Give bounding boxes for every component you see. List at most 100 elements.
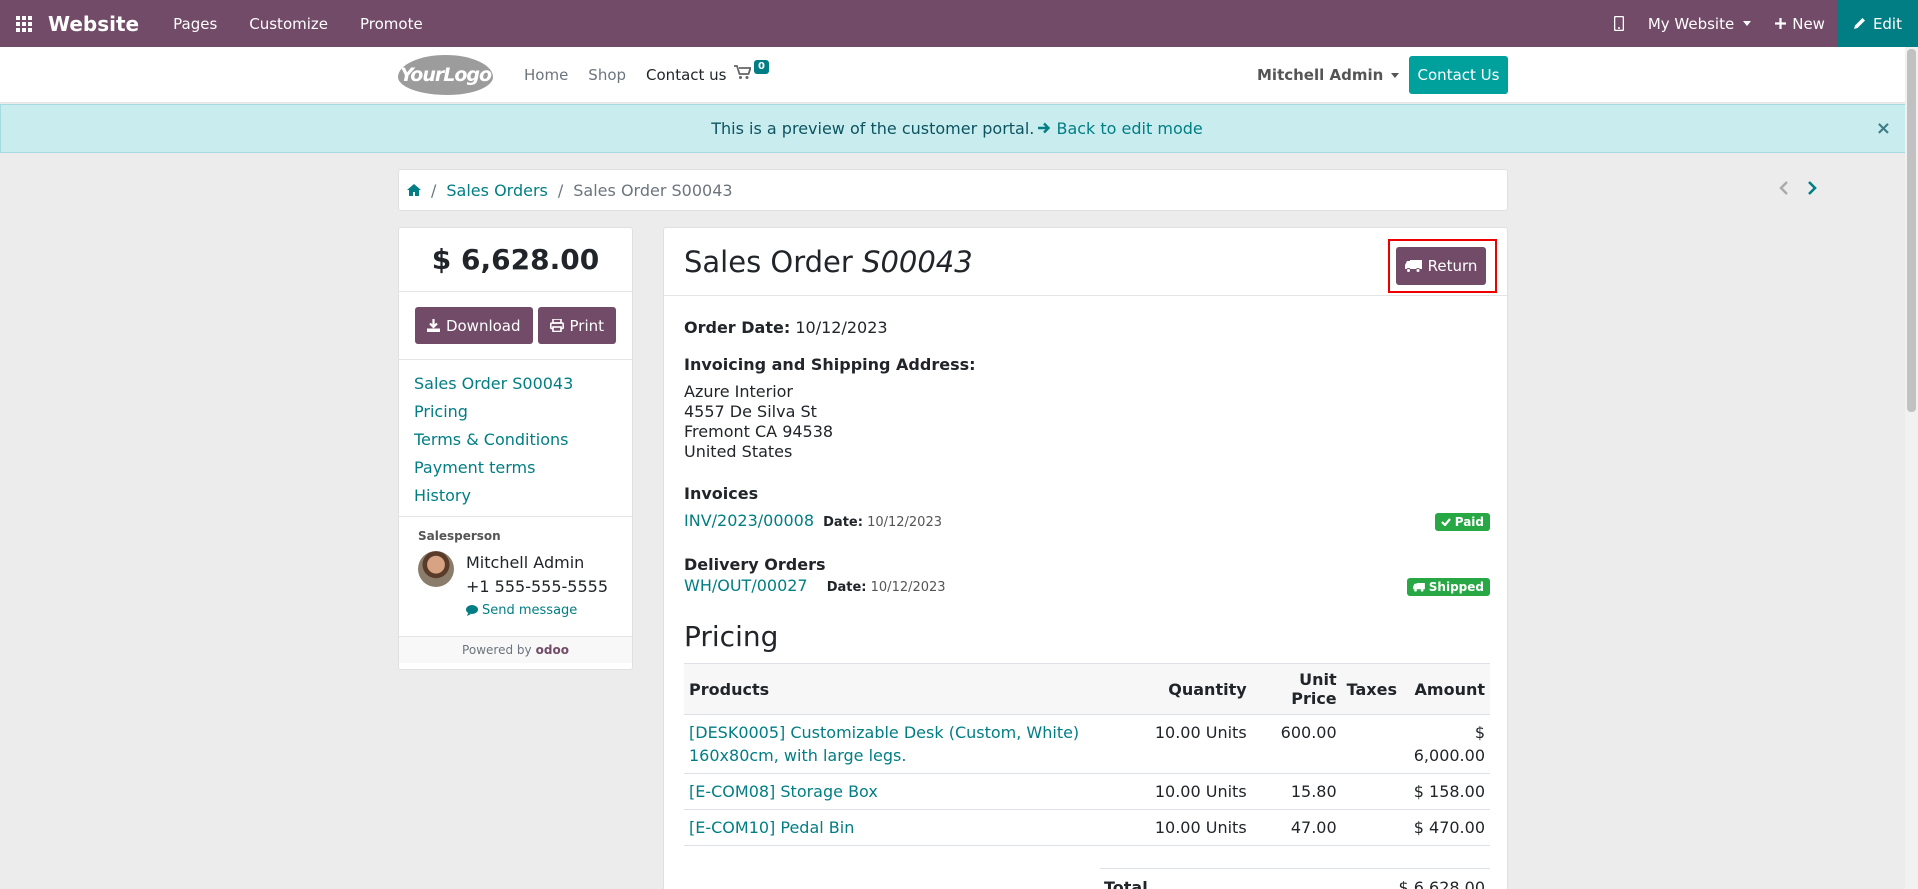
- main-nav: Home Shop Contact us: [524, 47, 726, 103]
- avatar: [418, 551, 454, 587]
- product-link[interactable]: [DESK0005] Customizable Desk (Custom, Wh…: [689, 723, 1079, 765]
- my-website-label: My Website: [1647, 14, 1735, 33]
- table-header-row: Products Quantity Unit Price Taxes Amoun…: [684, 663, 1490, 715]
- product-name: [DESK0005] Customizable Desk (Custom, Wh…: [689, 723, 1080, 742]
- chevron-down-icon: [1743, 21, 1752, 26]
- quantity-cell: 10.00 Units: [1141, 714, 1252, 774]
- close-icon[interactable]: ×: [1876, 118, 1891, 139]
- column-header: Products: [684, 663, 1142, 715]
- nav-contact-us[interactable]: Contact us: [646, 66, 726, 84]
- address-line: 4557 De Silva St: [684, 402, 817, 421]
- order-main-card: Sales Order S00043 Return Order Date: 10…: [663, 227, 1508, 889]
- cart-button[interactable]: 0: [734, 60, 769, 89]
- nav-home[interactable]: Home: [524, 66, 568, 84]
- invoice-status: Paid: [1454, 515, 1484, 529]
- chevron-left-icon[interactable]: [1779, 180, 1789, 200]
- salesperson-phone: +1 555-555-5555: [466, 577, 609, 596]
- breadcrumb-sales-orders[interactable]: Sales Orders: [446, 181, 547, 200]
- sidebar-link-sales-order[interactable]: Sales Order S00043: [414, 370, 617, 398]
- status-badge: Paid: [1434, 513, 1490, 531]
- download-button[interactable]: Download: [414, 307, 533, 344]
- edit-label: Edit: [1872, 14, 1902, 33]
- menu-customize[interactable]: Customize: [233, 15, 344, 33]
- page-scrollbar[interactable]: [1905, 47, 1918, 889]
- taxes-cell: [1341, 773, 1402, 810]
- back-to-edit-link[interactable]: Back to edit mode: [1038, 119, 1203, 138]
- new-button[interactable]: New: [1763, 15, 1837, 33]
- breadcrumb-current: Sales Order S00043: [573, 180, 733, 200]
- taxes-cell: [1341, 714, 1402, 774]
- comment-icon: [466, 605, 478, 616]
- invoice-date-value: 10/12/2023: [867, 515, 942, 530]
- edit-button[interactable]: Edit: [1836, 0, 1918, 47]
- invoice-date: Date: 10/12/2023: [823, 515, 942, 530]
- apps-menu-icon[interactable]: [0, 0, 48, 47]
- column-header: Unit Price: [1251, 663, 1342, 715]
- sidebar-link-history[interactable]: History: [414, 482, 617, 510]
- chevron-right-icon[interactable]: [1807, 180, 1817, 200]
- address-title: Invoicing and Shipping Address:: [684, 355, 976, 374]
- return-highlight-box: Return: [1388, 239, 1497, 293]
- delivery-date: Date: 10/12/2023: [827, 580, 946, 595]
- unit-price-cell: 15.80: [1251, 773, 1342, 810]
- send-message-link[interactable]: Send message: [466, 603, 608, 618]
- sidebar-link-pricing[interactable]: Pricing: [414, 398, 617, 426]
- cart-icon: [734, 65, 752, 79]
- pricing-title: Pricing: [684, 620, 779, 653]
- product-link[interactable]: [E-COM08] Storage Box: [689, 782, 878, 801]
- scrollbar-thumb[interactable]: [1907, 49, 1916, 412]
- delivery-link[interactable]: WH/OUT/00027: [684, 576, 808, 595]
- odoo-logo[interactable]: odoo: [536, 643, 569, 657]
- download-label: Download: [445, 316, 521, 335]
- order-header: Sales Order S00043 Return: [664, 228, 1507, 296]
- table-row: [E-COM10] Pedal Bin 10.00 Units 47.00 $ …: [684, 809, 1490, 846]
- product-cell: [DESK0005] Customizable Desk (Custom, Wh…: [684, 714, 1142, 774]
- breadcrumb-separator: /: [557, 180, 564, 200]
- delivery-row: WH/OUT/00027 Date: 10/12/2023 Shipped: [684, 576, 1490, 598]
- powered-by-label: Powered by: [462, 643, 532, 657]
- breadcrumb-separator: /: [431, 180, 437, 200]
- return-label: Return: [1427, 257, 1478, 275]
- invoice-link[interactable]: INV/2023/00008: [684, 511, 814, 530]
- order-details: Order Date: 10/12/2023 Invoicing and Shi…: [684, 296, 1490, 889]
- total-divider: [1100, 868, 1490, 869]
- invoice-row: INV/2023/00008 Date: 10/12/2023 Paid: [684, 511, 1490, 533]
- product-link[interactable]: [E-COM10] Pedal Bin: [689, 818, 854, 837]
- sidebar-link-terms[interactable]: Terms & Conditions: [414, 426, 617, 454]
- product-cell: [E-COM08] Storage Box: [684, 773, 1142, 810]
- date-label: Date:: [823, 515, 863, 530]
- total-label: Total: [1104, 878, 1148, 889]
- page-title: Sales Order S00043: [684, 245, 973, 279]
- admin-topbar: Website Pages Customize Promote My Websi…: [0, 0, 1918, 47]
- total-value: $ 6,628.00: [1398, 878, 1485, 889]
- order-date-label: Order Date:: [684, 318, 791, 337]
- site-logo[interactable]: YourLogo: [398, 55, 493, 95]
- arrow-right-icon: [1038, 122, 1051, 134]
- amount-cell: $ 470.00: [1402, 809, 1490, 846]
- nav-shop[interactable]: Shop: [588, 66, 626, 84]
- column-header: Quantity: [1141, 663, 1252, 715]
- home-icon[interactable]: [407, 184, 421, 196]
- return-button[interactable]: Return: [1396, 247, 1486, 285]
- sidebar-link-payment-terms[interactable]: Payment terms: [414, 454, 617, 482]
- quantity-cell: 10.00 Units: [1141, 773, 1252, 810]
- download-icon: [426, 319, 440, 332]
- salesperson-card: Salesperson Mitchell Admin +1 555-555-55…: [399, 517, 632, 637]
- order-date-row: Order Date: 10/12/2023: [684, 318, 1490, 337]
- my-website-dropdown[interactable]: My Website: [1636, 15, 1763, 33]
- app-brand[interactable]: Website: [48, 12, 139, 36]
- column-header: Taxes: [1341, 663, 1402, 715]
- address-line: United States: [684, 442, 793, 461]
- preview-alert: This is a preview of the customer portal…: [0, 104, 1914, 153]
- print-button[interactable]: Print: [537, 307, 617, 344]
- menu-pages[interactable]: Pages: [157, 15, 233, 33]
- menu-promote[interactable]: Promote: [344, 15, 439, 33]
- pricing-table: Products Quantity Unit Price Taxes Amoun…: [684, 663, 1490, 846]
- title-number: S00043: [862, 245, 973, 279]
- truck-icon: [1404, 259, 1422, 273]
- contact-us-button[interactable]: Contact Us: [1409, 56, 1508, 94]
- user-menu[interactable]: Mitchell Admin: [1257, 47, 1400, 103]
- status-badge: Shipped: [1406, 578, 1490, 596]
- truck-icon: [1412, 582, 1425, 592]
- mobile-preview-icon[interactable]: [1602, 16, 1636, 31]
